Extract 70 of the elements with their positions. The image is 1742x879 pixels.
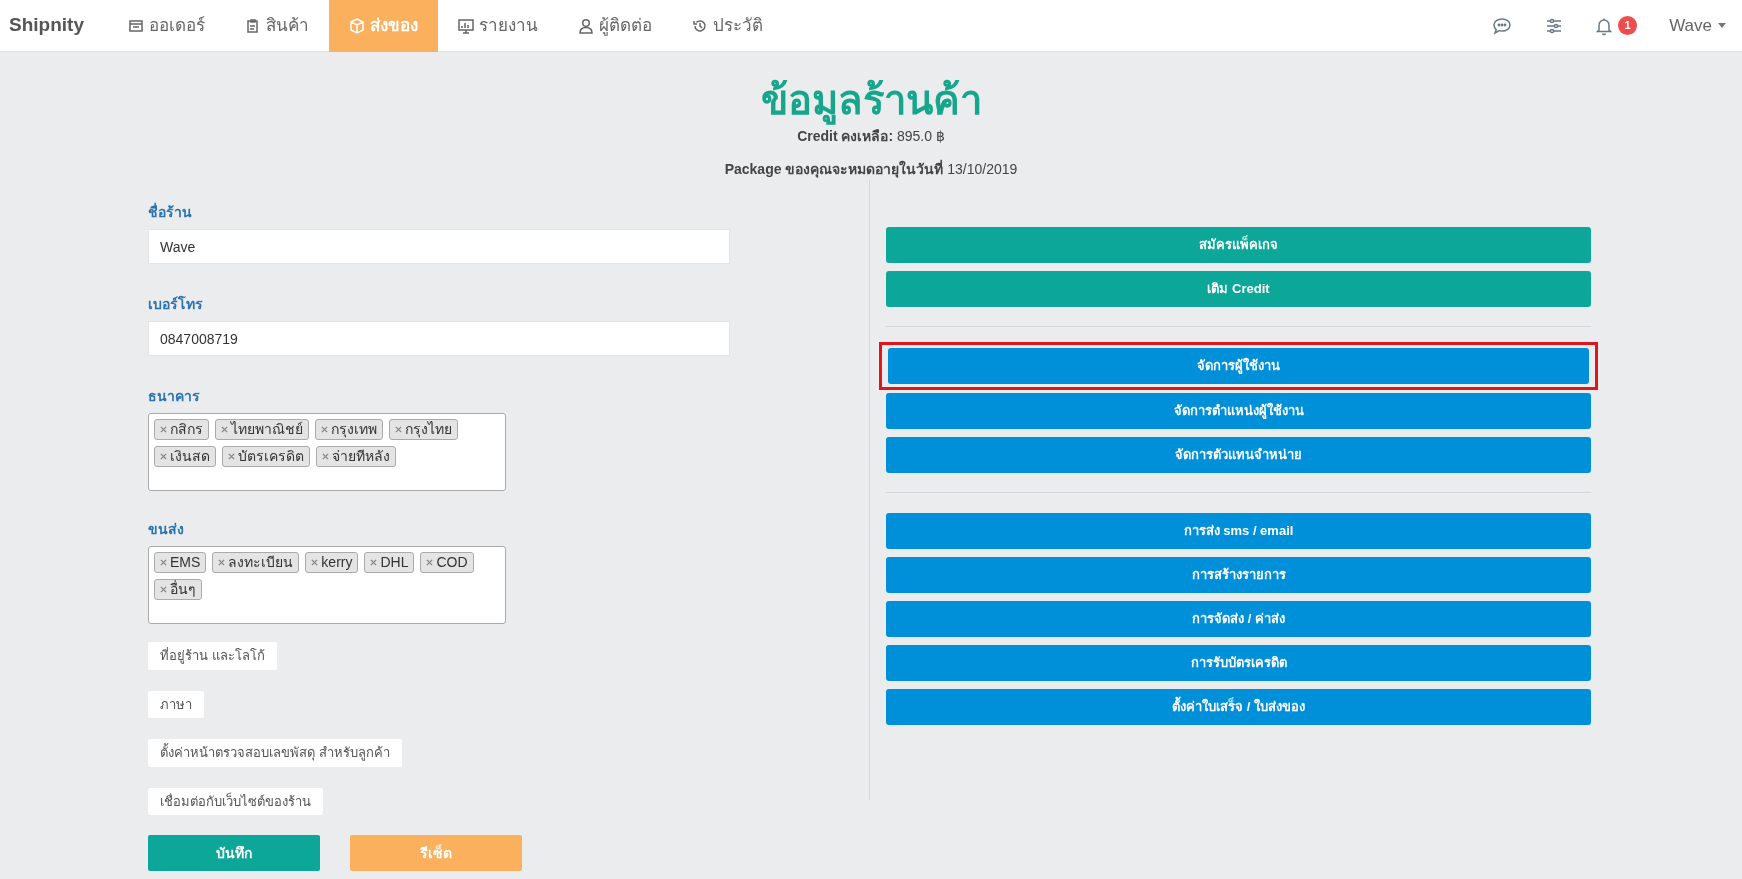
settings-button[interactable]: จัดการผู้ใช้งาน (888, 348, 1589, 384)
remove-icon[interactable] (311, 559, 319, 566)
remove-icon[interactable] (160, 586, 167, 593)
tag-text: อื่นๆ (170, 579, 196, 599)
credit-value: 895.0 ฿ (897, 128, 945, 144)
tag-text: COD (436, 553, 468, 572)
settings-button[interactable]: การรับบัตรเครดิต (886, 645, 1591, 681)
nav-tab[interactable]: ประวัติ (671, 0, 783, 52)
settings-button[interactable]: เชื่อมต่อกับเว็บไซต์ของร้าน (148, 787, 323, 815)
field-label: ชื่อร้าน (148, 202, 193, 222)
person-icon (577, 17, 594, 34)
tag-text: กรุงไทย (405, 420, 452, 440)
tag-text: เงินสด (170, 447, 210, 466)
remove-icon[interactable] (160, 453, 167, 460)
credit-label: Credit คงเหลือ: (797, 128, 894, 144)
notification-badge: 1 (1618, 16, 1638, 35)
settings-button[interactable]: ตั้งค่าใบเสร็จ / ใบส่งของ (886, 689, 1591, 725)
field-label: ธนาคาร (148, 387, 201, 406)
settings-button[interactable]: ตั้งค่าหน้าตรวจสอบเลขพัสดุ สำหรับลูกค้า (148, 739, 402, 767)
remove-icon[interactable] (218, 559, 226, 566)
remove-icon[interactable] (321, 426, 328, 433)
remove-icon[interactable] (228, 453, 235, 460)
tag-text: EMS (170, 553, 201, 572)
settings-button[interactable]: ที่อยู่ร้าน และโลโก้ (148, 642, 277, 670)
remove-icon[interactable] (426, 559, 434, 566)
user-menu[interactable]: Wave (1663, 11, 1732, 40)
chat-icon[interactable] (1492, 15, 1513, 36)
nav-tab[interactable]: ผู้ติดต่อ (557, 0, 672, 52)
monitor-icon (457, 17, 474, 34)
remove-icon[interactable] (160, 426, 167, 433)
tag-text: DHL (380, 553, 409, 572)
settings-button[interactable]: ภาษา (148, 690, 204, 718)
settings-button[interactable]: การสร้างรายการ (886, 557, 1591, 593)
page-title: ข้อมูลร้านค้า (0, 76, 1742, 124)
store-icon (127, 17, 144, 34)
tag-input-field[interactable]: กสิกร ไทยพาณิชย์ กรุงเทพ กรุงไทย เงินสด บัตรเครดิต จ่ายทีหลัง (148, 413, 506, 491)
save-button[interactable]: บันทึก (148, 835, 320, 871)
settings-button[interactable]: จัดการตัวแทนจำหน่าย (886, 437, 1591, 473)
settings-button[interactable]: จัดการตำแหน่งผู้ใช้งาน (886, 393, 1591, 429)
tag-text: บัตรเครดิต (238, 447, 304, 466)
expiry-date: 13/10/2019 (947, 161, 1018, 177)
input-field[interactable]: Wave (148, 229, 730, 264)
settings-button[interactable]: การส่ง sms / email (886, 513, 1591, 549)
caret-icon (1718, 23, 1726, 28)
remove-icon[interactable] (370, 559, 378, 566)
field-label: เบอร์โทร (148, 294, 204, 314)
field-label: ขนส่ง (148, 520, 185, 539)
tag-text: จ่ายทีหลัง (332, 447, 390, 466)
remove-icon[interactable] (160, 559, 167, 566)
tag-text: ลงทะเบียน (228, 553, 294, 572)
settings-button[interactable]: เติม Credit (886, 271, 1591, 307)
brand-name[interactable]: Shipnity (9, 11, 84, 40)
remove-icon[interactable] (221, 426, 228, 433)
tag-input-field[interactable]: EMS ลงทะเบียน kerry DHL COD อื่นๆ (148, 546, 506, 624)
tag-text: กสิกร (170, 420, 203, 439)
remove-icon[interactable] (395, 426, 402, 433)
tag-text: ไทยพาณิชย์ (231, 420, 303, 439)
clipboard-icon (244, 17, 261, 34)
package-label: Package ของคุณจะหมดอายุในวันที่ (724, 161, 944, 177)
box-icon (348, 17, 365, 34)
settings-button[interactable]: การจัดส่ง / ค่าส่ง (886, 601, 1591, 637)
nav-tab[interactable]: สินค้า (224, 0, 329, 52)
input-field[interactable]: 0847008719 (148, 321, 730, 356)
nav-tab[interactable]: ออเดอร์ (107, 0, 225, 52)
nav-tab[interactable]: รายงาน (437, 0, 558, 52)
tag-text: กรุงเทพ (331, 420, 377, 440)
remove-icon[interactable] (322, 453, 329, 460)
tag-text: kerry (321, 553, 353, 572)
settings-button[interactable]: สมัครแพ็คเกจ (886, 227, 1591, 263)
history-icon (691, 17, 708, 34)
